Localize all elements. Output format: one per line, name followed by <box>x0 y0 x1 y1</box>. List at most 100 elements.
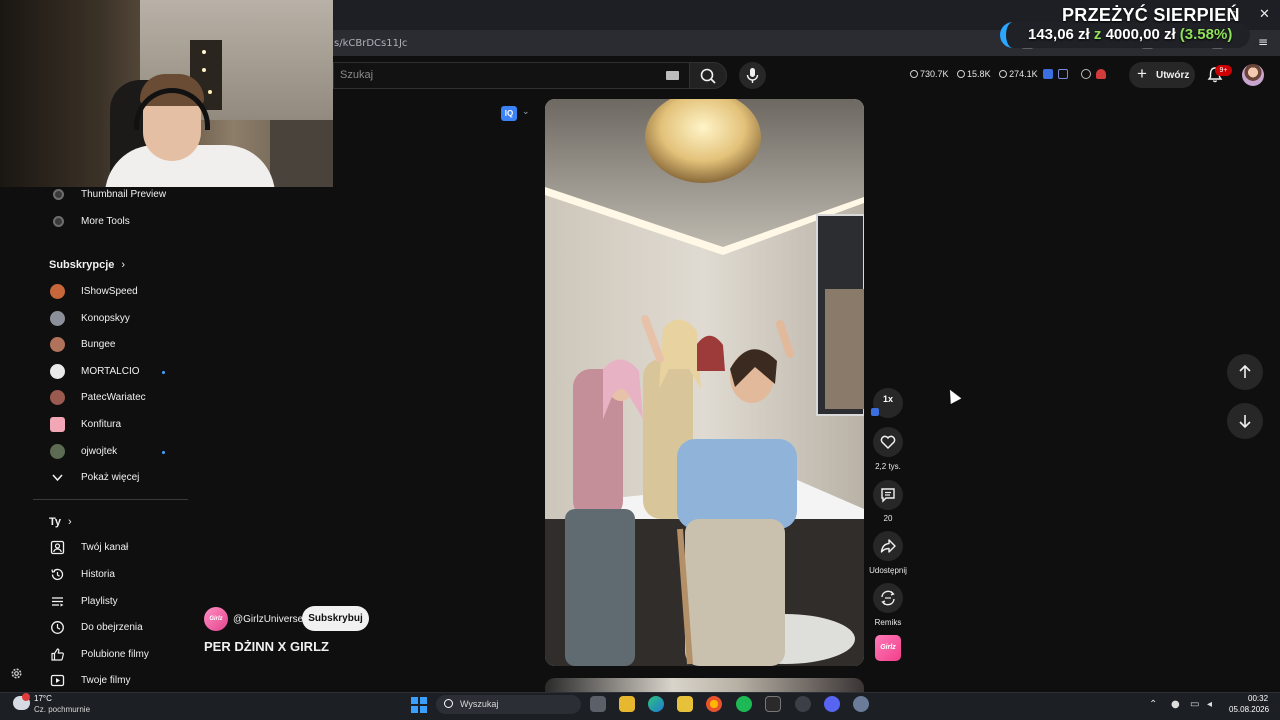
windows-logo-pane <box>411 706 418 713</box>
volume-icon[interactable]: ◂ <box>1207 699 1212 710</box>
subscribe-button[interactable]: Subskrybuj <box>302 606 369 631</box>
channel-avatar[interactable]: Girlz <box>204 607 228 631</box>
store-icon[interactable] <box>677 696 693 712</box>
taskbar-search-box[interactable] <box>436 695 581 714</box>
you-heading[interactable]: Ty › <box>49 516 72 528</box>
channel-avatar <box>50 444 65 459</box>
settings-app-icon[interactable] <box>853 696 869 712</box>
search-input[interactable] <box>333 62 689 89</box>
short-video-player[interactable] <box>545 99 864 666</box>
sound-thumbnail[interactable]: Girlz <box>875 635 901 661</box>
network-icon[interactable]: ▭ <box>1190 699 1199 710</box>
menu-icon[interactable]: ≡ <box>1258 34 1268 50</box>
eye-icon <box>957 70 966 78</box>
clock-icon <box>910 70 918 78</box>
iq-extension-icon[interactable] <box>1043 69 1053 79</box>
comment-count: 20 <box>883 514 893 523</box>
stat-views: 15.8K <box>957 69 991 79</box>
remix-button[interactable] <box>873 583 903 613</box>
sidebar-item-label: Twój kanał <box>81 542 129 553</box>
windows-start-button[interactable] <box>411 697 427 713</box>
account-avatar[interactable] <box>1242 64 1264 86</box>
sidebar-item-label: More Tools <box>81 216 130 227</box>
iq-extension-badge[interactable]: IQ <box>501 106 517 121</box>
mic-icon[interactable]: ● <box>1171 699 1180 710</box>
previous-short-button[interactable] <box>1227 354 1263 390</box>
next-short-preview[interactable] <box>545 678 864 692</box>
remix-icon <box>881 590 895 606</box>
task-view-icon[interactable] <box>590 696 606 712</box>
sidebar-item-your-videos[interactable]: Twoje filmy <box>33 669 188 693</box>
alert-icon[interactable] <box>1096 69 1106 79</box>
sidebar-item-liked-videos[interactable]: Polubione filmy <box>33 643 188 667</box>
windows-logo-pane <box>420 706 427 713</box>
share-icon <box>880 539 896 553</box>
chevron-up-icon[interactable]: ⌃ <box>1149 699 1157 710</box>
sidebar-item-label: PatecWariatec <box>81 392 146 403</box>
channel-avatar <box>50 417 65 432</box>
comments-button[interactable] <box>873 480 903 510</box>
sidebar-item-thumbnail-preview[interactable]: Thumbnail Preview <box>33 183 188 207</box>
extension-stats: 730.7K 15.8K 274.1K <box>910 69 1044 79</box>
eye-icon <box>999 70 1008 78</box>
pin-icon[interactable] <box>1081 69 1091 79</box>
sidebar-item-label: ojwojtek <box>81 446 118 457</box>
sidebar-item-more-tools[interactable]: More Tools <box>33 210 188 234</box>
clock-icon <box>51 621 64 634</box>
sidebar-item-label: IShowSpeed <box>81 286 138 297</box>
weather-description[interactable]: Cz. pochmurnie <box>34 705 90 714</box>
voice-search-button[interactable] <box>739 62 766 89</box>
keyboard-icon[interactable] <box>666 71 679 80</box>
windows-logo-icon <box>411 697 418 704</box>
subscriptions-title: Subskrypcje <box>49 259 115 271</box>
close-window-button[interactable]: ✕ <box>1259 7 1270 23</box>
donation-percent: (3.58%) <box>1179 26 1233 43</box>
weather-temperature[interactable]: 17°C <box>34 694 52 703</box>
search-icon <box>444 699 453 708</box>
new-content-dot <box>162 451 165 454</box>
chevron-down-icon[interactable]: ⌄ <box>522 106 530 117</box>
sidebar-item-konopskyy[interactable]: Konopskyy <box>33 307 188 331</box>
sidebar-item-label: Twoje filmy <box>81 675 131 686</box>
history-icon <box>51 568 64 581</box>
gear-icon[interactable] <box>10 667 23 680</box>
play-box-icon <box>50 674 65 687</box>
sidebar-item-playlists[interactable]: Playlisty <box>33 590 188 614</box>
channel-handle[interactable]: @GirlzUniverse <box>233 614 303 625</box>
sidebar-item-konfitura[interactable]: Konfitura <box>33 413 188 437</box>
like-button[interactable] <box>873 427 903 457</box>
sidebar-item-watch-later[interactable]: Do obejrzenia <box>33 616 188 640</box>
person-box-icon <box>50 540 65 555</box>
epic-games-icon[interactable] <box>765 696 781 712</box>
spotify-icon[interactable] <box>736 696 752 712</box>
playlist-icon <box>52 597 64 607</box>
sidebar-show-more[interactable]: Pokaż więcej <box>33 466 188 490</box>
queue-icon[interactable] <box>1058 69 1068 79</box>
sidebar-item-history[interactable]: Historia <box>33 563 188 587</box>
share-button[interactable] <box>873 531 903 561</box>
sidebar-item-ojwojtek[interactable]: ojwojtek <box>33 440 188 464</box>
file-explorer-icon[interactable] <box>619 696 635 712</box>
taskbar-date[interactable]: 05.08.2026 <box>1229 705 1269 714</box>
sidebar-item-patecwariatec[interactable]: PatecWariatec <box>33 386 188 410</box>
url-text[interactable]: s/kCBrDCs11Jc <box>334 38 407 49</box>
sidebar-item-label: Do obejrzenia <box>81 622 143 633</box>
weather-alert-badge <box>22 693 30 701</box>
discord-icon[interactable] <box>824 696 840 712</box>
sidebar-item-bungee[interactable]: Bungee <box>33 333 188 357</box>
edge-icon[interactable] <box>648 696 664 712</box>
sidebar-item-label: Polubione filmy <box>81 649 149 660</box>
firefox-icon[interactable] <box>706 696 722 712</box>
sidebar-item-ishowspeed[interactable]: IShowSpeed <box>33 280 188 304</box>
donation-goal-title: PRZEŻYĆ SIERPIEŃ <box>1062 5 1240 25</box>
streamer-webcam <box>0 0 333 187</box>
sidebar-item-mortalcio[interactable]: MORTALCIO <box>33 360 188 384</box>
subscriptions-heading[interactable]: Subskrypcje › <box>49 259 125 271</box>
next-short-button[interactable] <box>1227 403 1263 439</box>
search-button[interactable] <box>689 62 727 89</box>
taskbar-time[interactable]: 00:32 <box>1248 694 1268 703</box>
donation-goal-progress: 143,06 zł z 4000,00 zł (3.58%) <box>1028 26 1232 43</box>
sidebar-item-your-channel[interactable]: Twój kanał <box>33 536 188 560</box>
steam-icon[interactable] <box>795 696 811 712</box>
create-button[interactable]: + Utwórz <box>1129 62 1195 88</box>
